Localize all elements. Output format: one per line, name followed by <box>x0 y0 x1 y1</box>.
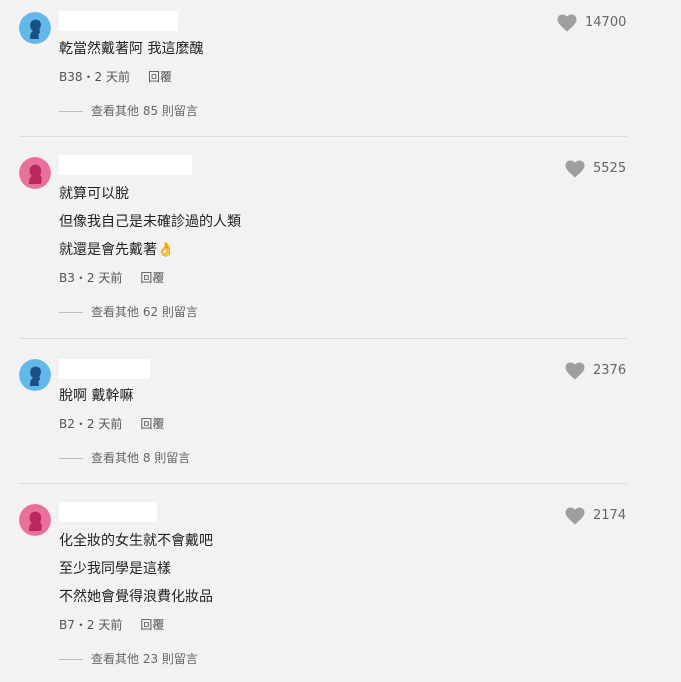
reply-button[interactable]: 回覆 <box>140 271 164 285</box>
view-more-replies-link[interactable]: 查看其他 8 則留言 <box>59 450 190 466</box>
reply-button[interactable]: 回覆 <box>140 618 164 632</box>
author-name-redacted <box>59 359 150 379</box>
floor-number: B7 <box>59 618 75 632</box>
like-button[interactable]: 2376 <box>565 362 626 380</box>
comment-text-line: 脫啊 戴幹嘛 <box>59 388 134 404</box>
comment-text-line: 至少我同學是這樣 <box>59 561 171 577</box>
comment-text-line: 就還是會先戴著👌 <box>59 242 175 258</box>
meta-separator: ・ <box>74 618 87 632</box>
comment-meta: B2・2 天前 回覆 <box>59 416 164 432</box>
floor-number: B2 <box>59 417 75 431</box>
view-more-replies-link[interactable]: 查看其他 23 則留言 <box>59 651 198 667</box>
divider-dash <box>59 111 83 112</box>
avatar[interactable] <box>19 504 51 536</box>
floor-number: B38 <box>59 70 83 84</box>
avatar[interactable] <box>19 359 51 391</box>
like-button[interactable]: 2174 <box>565 507 626 525</box>
like-button[interactable]: 5525 <box>565 160 626 178</box>
divider-dash <box>59 458 83 459</box>
avatar[interactable] <box>19 12 51 44</box>
meta-separator: ・ <box>74 271 87 285</box>
comment-text-line: 乾當然戴著阿 我這麼醜 <box>59 41 204 57</box>
divider-dash <box>59 312 83 313</box>
comment-meta: B3・2 天前 回覆 <box>59 270 164 286</box>
meta-separator: ・ <box>74 417 87 431</box>
comment-time: 2 天前 <box>86 618 123 632</box>
like-count: 2174 <box>593 508 627 523</box>
more-replies-label: 查看其他 23 則留言 <box>91 652 198 666</box>
more-replies-label: 查看其他 8 則留言 <box>91 451 191 465</box>
comment-time: 2 天前 <box>86 271 123 285</box>
view-more-replies-link[interactable]: 查看其他 85 則留言 <box>59 103 198 119</box>
heart-icon <box>565 362 585 380</box>
comment-text-line: 但像我自己是未確診過的人類 <box>59 214 241 230</box>
author-name-redacted <box>59 155 192 175</box>
like-count: 14700 <box>585 15 627 30</box>
reply-button[interactable]: 回覆 <box>140 417 164 431</box>
meta-separator: ・ <box>82 70 95 84</box>
comment-text-line: 不然她會覺得浪費化妝品 <box>59 589 213 605</box>
divider-dash <box>59 659 83 660</box>
comment-meta: B7・2 天前 回覆 <box>59 617 164 633</box>
comment-time: 2 天前 <box>86 417 123 431</box>
heart-icon <box>557 14 577 32</box>
avatar[interactable] <box>19 157 51 189</box>
author-name-redacted <box>59 11 178 31</box>
heart-icon <box>565 160 585 178</box>
like-count: 5525 <box>593 161 627 176</box>
heart-icon <box>565 507 585 525</box>
reply-button[interactable]: 回覆 <box>148 70 172 84</box>
like-count: 2376 <box>593 363 627 378</box>
comment-divider <box>19 483 627 484</box>
comment-divider <box>19 136 627 137</box>
more-replies-label: 查看其他 62 則留言 <box>91 305 198 319</box>
comment-time: 2 天前 <box>94 70 130 84</box>
comment-text-line: 就算可以脫 <box>59 186 129 202</box>
comment-divider <box>19 338 627 339</box>
floor-number: B3 <box>59 271 75 285</box>
comment-text-line: 化全妝的女生就不會戴吧 <box>59 533 213 549</box>
more-replies-label: 查看其他 85 則留言 <box>91 104 198 118</box>
author-name-redacted <box>59 502 157 522</box>
comment-meta: B38・2 天前 回覆 <box>59 69 172 85</box>
like-button[interactable]: 14700 <box>557 14 626 32</box>
view-more-replies-link[interactable]: 查看其他 62 則留言 <box>59 304 198 320</box>
